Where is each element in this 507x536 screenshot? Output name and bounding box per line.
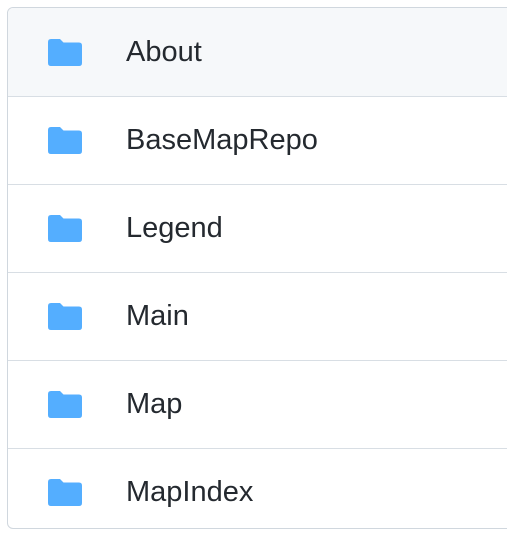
- folder-icon: [48, 215, 82, 243]
- file-row-main[interactable]: Main: [8, 272, 507, 360]
- folder-icon: [48, 127, 82, 155]
- file-row-label[interactable]: Map: [126, 388, 182, 421]
- folder-icon: [48, 38, 82, 66]
- file-row-label[interactable]: About: [126, 36, 202, 69]
- file-row-basemaprepo[interactable]: BaseMapRepo: [8, 96, 507, 184]
- file-row-label[interactable]: MapIndex: [126, 476, 253, 509]
- file-row-map[interactable]: Map: [8, 360, 507, 448]
- file-row-label[interactable]: Legend: [126, 212, 223, 245]
- folder-icon: [48, 391, 82, 419]
- folder-icon: [48, 479, 82, 507]
- folder-icon: [48, 303, 82, 331]
- file-row-mapindex[interactable]: MapIndex: [8, 448, 507, 528]
- file-row-label[interactable]: BaseMapRepo: [126, 124, 318, 157]
- file-row-label[interactable]: Main: [126, 300, 189, 333]
- file-list: About BaseMapRepo Legend Main Map MapInd…: [7, 7, 507, 529]
- file-row-legend[interactable]: Legend: [8, 184, 507, 272]
- file-row-about[interactable]: About: [8, 8, 507, 96]
